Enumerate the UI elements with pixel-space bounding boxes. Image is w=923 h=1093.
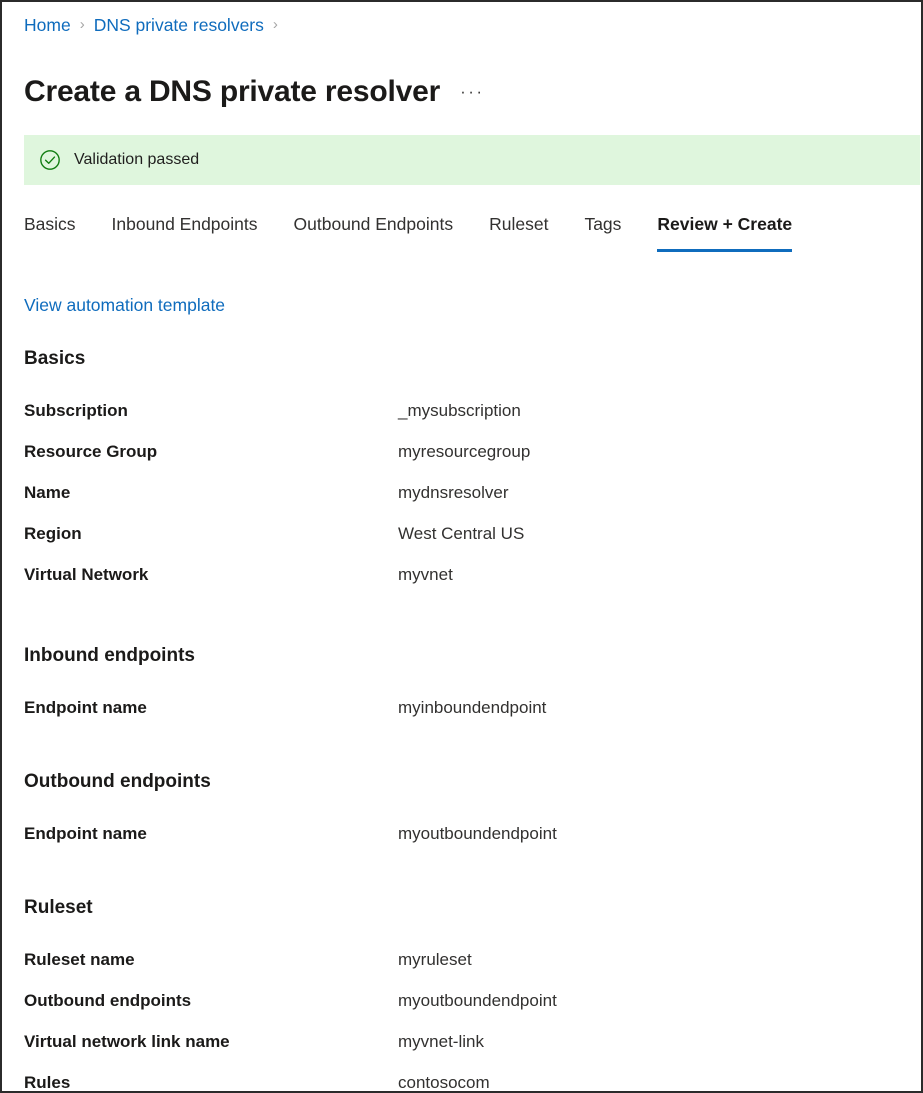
validation-banner: Validation passed	[24, 135, 920, 185]
tab-basics[interactable]: Basics	[24, 208, 76, 252]
page-title: Create a DNS private resolver	[24, 72, 440, 112]
review-content: Basics Subscription _mysubscription Reso…	[24, 346, 914, 1093]
chevron-right-icon: ›	[80, 12, 85, 38]
section-title: Ruleset	[24, 895, 914, 921]
check-circle-icon	[39, 149, 61, 171]
tab-label: Review + Create	[657, 214, 792, 234]
row-label: Virtual network link name	[24, 1030, 398, 1054]
blade-content: Home › DNS private resolvers › Create a …	[2, 2, 921, 1091]
validation-message: Validation passed	[74, 149, 199, 171]
tab-label: Outbound Endpoints	[294, 214, 454, 234]
tab-tags[interactable]: Tags	[584, 208, 621, 252]
summary-row: Region West Central US	[24, 522, 914, 563]
section-title: Inbound endpoints	[24, 643, 914, 669]
breadcrumb-item-home[interactable]: Home	[24, 12, 71, 38]
section-ruleset: Ruleset Ruleset name myruleset Outbound …	[24, 863, 914, 1093]
summary-row: Endpoint name myoutboundendpoint	[24, 822, 914, 863]
row-value: mydnsresolver	[398, 481, 509, 505]
row-value: myvnet-link	[398, 1030, 484, 1054]
section-title: Basics	[24, 346, 914, 372]
section-rows: Subscription _mysubscription Resource Gr…	[24, 372, 914, 604]
tab-ruleset[interactable]: Ruleset	[489, 208, 548, 252]
row-value: myinboundendpoint	[398, 696, 546, 720]
row-label: Name	[24, 481, 398, 505]
tab-outbound-endpoints[interactable]: Outbound Endpoints	[294, 208, 454, 252]
more-actions-icon[interactable]: ···	[460, 82, 484, 102]
row-value: myresourcegroup	[398, 440, 530, 464]
chevron-right-icon: ›	[273, 12, 278, 38]
section-outbound-endpoints: Outbound endpoints Endpoint name myoutbo…	[24, 737, 914, 863]
row-value: contosocom	[398, 1071, 490, 1093]
summary-row: Ruleset name myruleset	[24, 948, 914, 989]
section-inbound-endpoints: Inbound endpoints Endpoint name myinboun…	[24, 604, 914, 737]
title-row: Create a DNS private resolver ···	[24, 52, 485, 132]
row-value: myoutboundendpoint	[398, 822, 557, 846]
row-label: Ruleset name	[24, 948, 398, 972]
section-basics: Basics Subscription _mysubscription Reso…	[24, 346, 914, 604]
wizard-tabs: Basics Inbound Endpoints Outbound Endpoi…	[24, 208, 914, 258]
summary-row: Virtual network link name myvnet-link	[24, 1030, 914, 1071]
section-rows: Ruleset name myruleset Outbound endpoint…	[24, 921, 914, 1093]
summary-row: Outbound endpoints myoutboundendpoint	[24, 989, 914, 1030]
section-rows: Endpoint name myinboundendpoint	[24, 669, 914, 737]
tab-review-create[interactable]: Review + Create	[657, 208, 792, 252]
row-label: Endpoint name	[24, 822, 398, 846]
row-label: Subscription	[24, 399, 398, 423]
section-rows: Endpoint name myoutboundendpoint	[24, 795, 914, 863]
tab-label: Basics	[24, 214, 76, 234]
row-value: myruleset	[398, 948, 472, 972]
breadcrumb: Home › DNS private resolvers ›	[24, 12, 287, 38]
breadcrumb-item-dns-private-resolvers[interactable]: DNS private resolvers	[94, 12, 264, 38]
row-value: myoutboundendpoint	[398, 989, 557, 1013]
summary-row: Rules contosocom	[24, 1071, 914, 1093]
tab-label: Tags	[584, 214, 621, 234]
row-value: myvnet	[398, 563, 453, 587]
tab-inbound-endpoints[interactable]: Inbound Endpoints	[112, 208, 258, 252]
summary-row: Resource Group myresourcegroup	[24, 440, 914, 481]
row-value: _mysubscription	[398, 399, 521, 423]
view-automation-template-link[interactable]: View automation template	[24, 293, 225, 317]
section-title: Outbound endpoints	[24, 769, 914, 795]
row-label: Resource Group	[24, 440, 398, 464]
azure-portal-blade: Home › DNS private resolvers › Create a …	[0, 0, 923, 1093]
summary-row: Endpoint name myinboundendpoint	[24, 696, 914, 737]
row-label: Endpoint name	[24, 696, 398, 720]
tab-label: Inbound Endpoints	[112, 214, 258, 234]
summary-row: Virtual Network myvnet	[24, 563, 914, 604]
row-label: Outbound endpoints	[24, 989, 398, 1013]
row-label: Region	[24, 522, 398, 546]
tab-label: Ruleset	[489, 214, 548, 234]
row-label: Virtual Network	[24, 563, 398, 587]
row-value: West Central US	[398, 522, 524, 546]
summary-row: Subscription _mysubscription	[24, 399, 914, 440]
row-label: Rules	[24, 1071, 398, 1093]
summary-row: Name mydnsresolver	[24, 481, 914, 522]
